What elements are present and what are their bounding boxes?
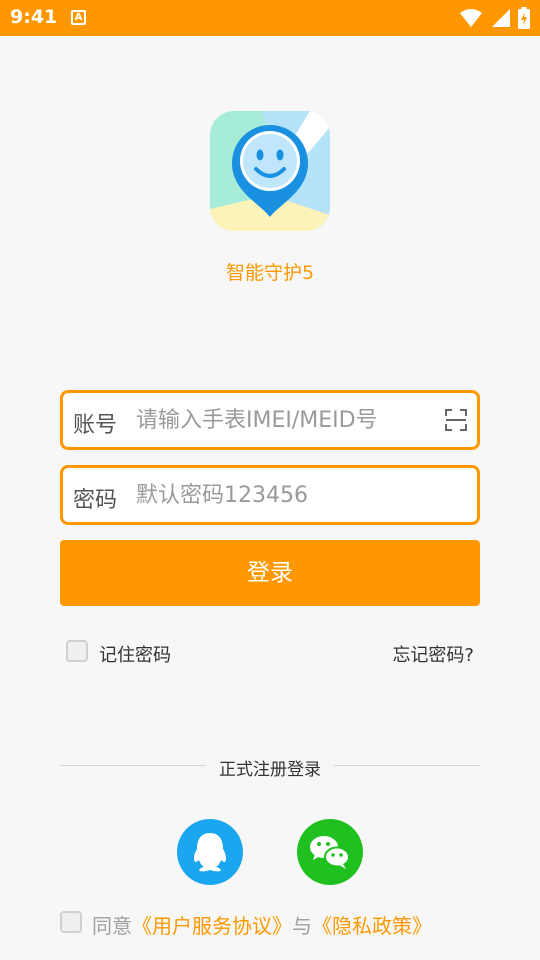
status-time: 9:41	[10, 6, 58, 28]
qq-icon	[193, 833, 227, 872]
app-name: 智能守护5	[225, 262, 315, 284]
divider-right	[334, 765, 480, 766]
user-agreement-link[interactable]: 《用户服务协议》	[132, 914, 292, 938]
account-field[interactable]: 账号	[60, 390, 480, 450]
status-bar: 9:41 A	[0, 0, 540, 36]
smiley-map-pin-icon	[210, 111, 330, 231]
agreement-conjunction: 与	[292, 914, 312, 938]
account-input[interactable]	[136, 403, 436, 437]
agreement-checkbox[interactable]	[60, 911, 82, 933]
app-logo	[210, 111, 330, 231]
agreement-text: 同意《用户服务协议》与《隐私政策》	[92, 910, 432, 939]
privacy-policy-link[interactable]: 《隐私政策》	[312, 914, 432, 938]
status-icons	[460, 7, 530, 29]
signal-icon	[492, 9, 510, 27]
divider-text: 正式注册登录	[219, 760, 321, 780]
notification-icon: A	[71, 10, 86, 25]
agreement-prefix: 同意	[92, 914, 132, 938]
qq-login-button[interactable]	[177, 819, 243, 885]
scan-icon[interactable]	[445, 409, 467, 431]
password-field[interactable]: 密码	[60, 465, 480, 525]
login-button[interactable]: 登录	[60, 540, 480, 606]
remember-password-label: 记住密码	[99, 645, 171, 666]
wechat-login-button[interactable]	[297, 819, 363, 885]
wifi-icon	[460, 9, 482, 27]
password-label: 密码	[73, 488, 118, 513]
password-input[interactable]	[136, 478, 436, 512]
forgot-password-link[interactable]: 忘记密码?	[392, 641, 474, 667]
account-label: 账号	[73, 413, 118, 438]
wechat-icon	[310, 836, 350, 869]
remember-password-checkbox[interactable]	[66, 640, 88, 662]
battery-charging-icon	[518, 7, 530, 29]
